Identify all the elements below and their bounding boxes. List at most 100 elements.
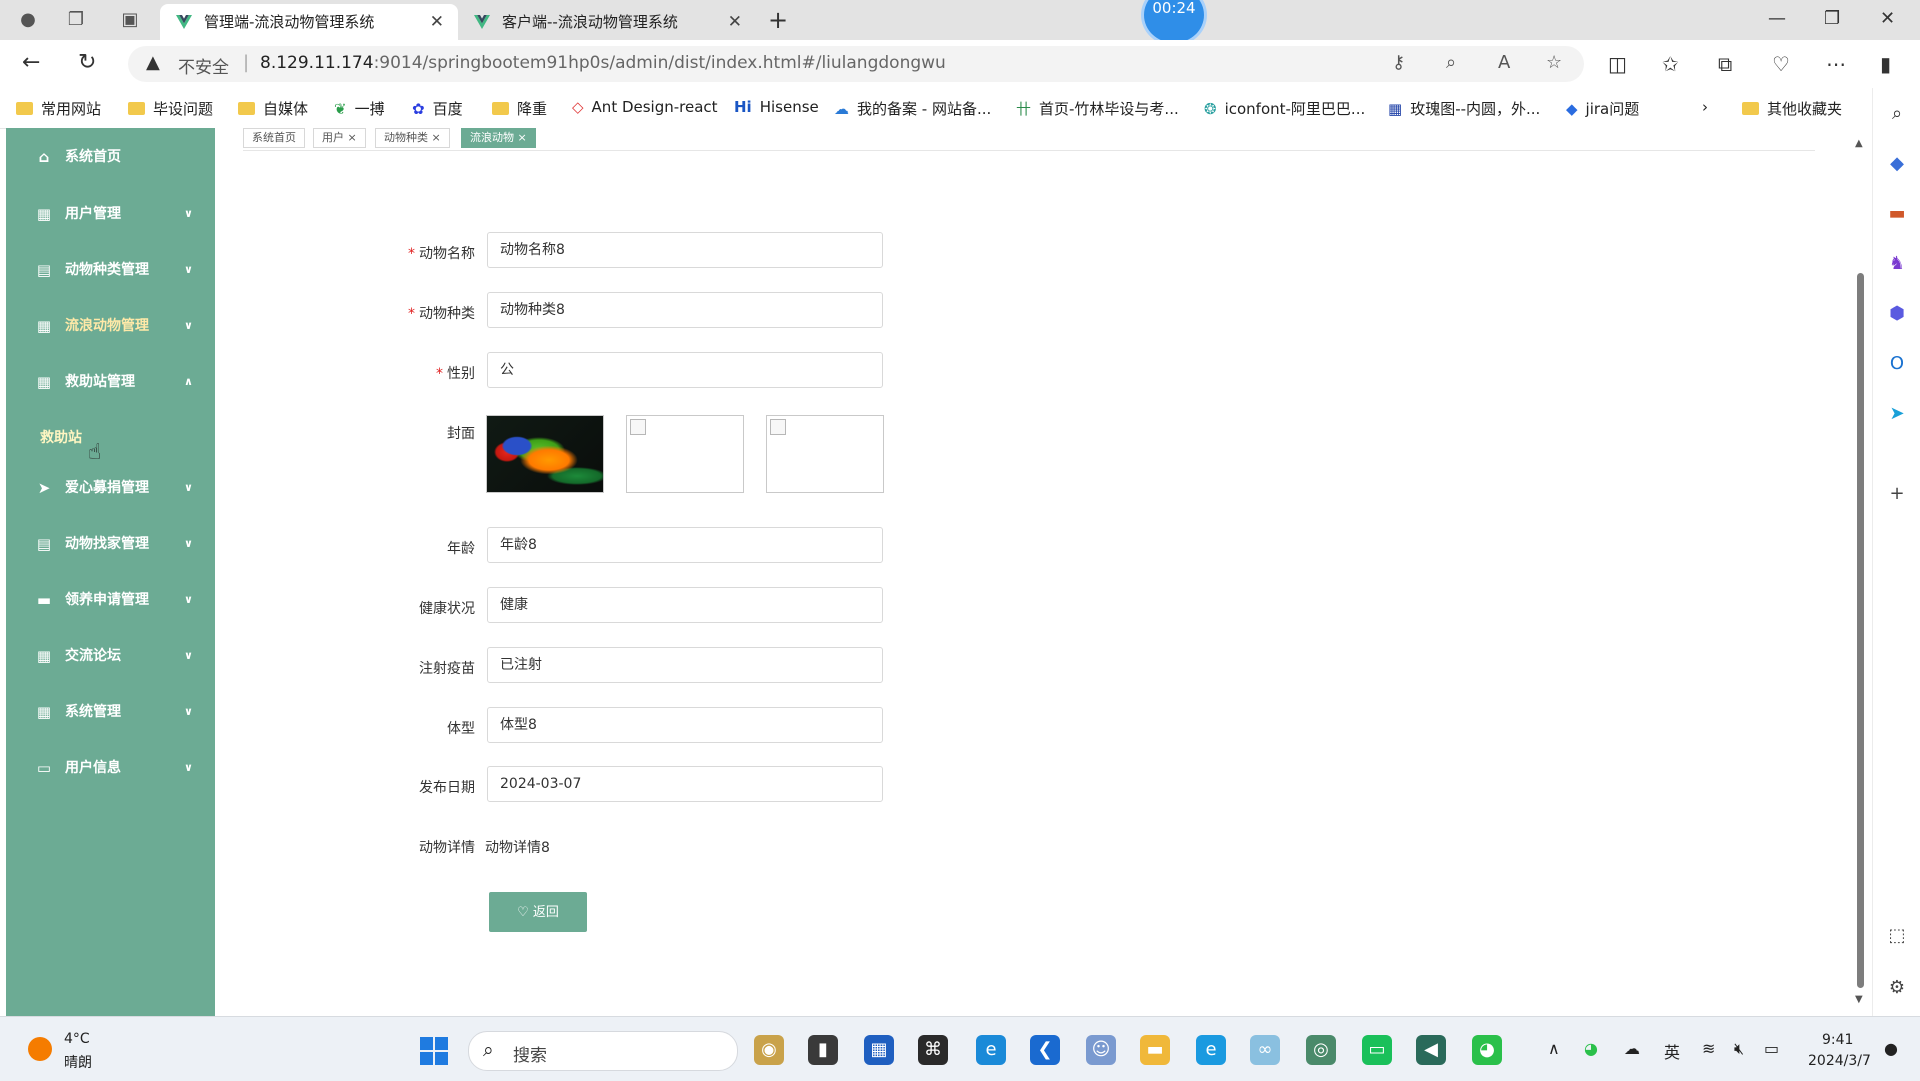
age-input[interactable]: 年龄8	[487, 527, 883, 563]
weather-sun-icon[interactable]	[28, 1037, 52, 1061]
health-input[interactable]: 健康	[487, 587, 883, 623]
bookmark-item[interactable]: ✿ 百度	[412, 98, 463, 119]
bookmark-item[interactable]: ◆ jira问题	[1566, 98, 1639, 119]
read-aloud-icon[interactable]: A	[1498, 52, 1510, 73]
tag-animal-types[interactable]: 动物种类 ×	[375, 128, 450, 148]
submenu-item-rescue-station[interactable]: 救助站	[40, 427, 82, 447]
bookmark-item[interactable]: ❦ 一搏	[334, 98, 385, 119]
taskbar-search[interactable]: ⌕ 搜索	[468, 1031, 738, 1071]
menu-item-find-home[interactable]: ▤ 动物找家管理 ∨	[6, 524, 215, 564]
menu-item-forum[interactable]: ▦ 交流论坛 ∨	[6, 636, 215, 676]
back-arrow-icon[interactable]: ←	[22, 50, 40, 75]
add-icon[interactable]: +	[1885, 482, 1909, 506]
bookmark-item[interactable]: 毕设问题	[128, 98, 213, 119]
ime-indicator[interactable]: 英	[1664, 1039, 1680, 1063]
vscode-icon[interactable]: ❮	[1030, 1035, 1060, 1065]
screenshot-icon[interactable]: ⬚	[1885, 924, 1909, 948]
wifi-icon[interactable]: ≋	[1702, 1039, 1715, 1058]
sidebar-toggle-icon[interactable]: ▮	[1880, 52, 1891, 76]
refresh-icon[interactable]: ↻	[78, 50, 96, 75]
broken-image-icon[interactable]	[766, 415, 884, 493]
bookmark-item[interactable]: ◇ Ant Design-react	[572, 98, 718, 116]
cover-image[interactable]	[486, 415, 604, 493]
gender-input[interactable]: 公	[487, 352, 883, 388]
broken-image-icon[interactable]	[626, 415, 744, 493]
windows-start-icon[interactable]	[420, 1037, 448, 1065]
send-icon[interactable]: ➤	[1885, 402, 1909, 426]
url-text[interactable]: 8.129.11.174:9014/springbootem91hp0s/adm…	[260, 53, 946, 73]
favorite-star-icon[interactable]: ☆	[1546, 52, 1562, 73]
bookmark-item[interactable]: 卄首页-竹林毕设与考...	[1016, 98, 1179, 119]
body-type-input[interactable]: 体型8	[487, 707, 883, 743]
search-icon[interactable]: ⌕	[1885, 102, 1909, 126]
clock-date[interactable]: 2024/3/7	[1808, 1053, 1871, 1069]
tray-wechat-icon[interactable]: ◕	[1584, 1039, 1598, 1058]
close-icon[interactable]: ✕	[430, 4, 444, 40]
menu-item-users[interactable]: ▦ 用户管理 ∨	[6, 194, 215, 234]
menu-item-stray-animals[interactable]: ▦ 流浪动物管理 ∨	[6, 306, 215, 346]
restore-icon[interactable]: ❐	[1824, 8, 1840, 29]
outlook-icon[interactable]: O	[1885, 352, 1909, 376]
bookmark-item[interactable]: 降重	[492, 98, 547, 119]
chrome-app-icon[interactable]: ◎	[1306, 1035, 1336, 1065]
tray-chevron-up-icon[interactable]: ∧	[1548, 1039, 1560, 1058]
tag-icon[interactable]: ◆	[1885, 152, 1909, 176]
bookmark-item[interactable]: ❂ iconfont-阿里巴巴...	[1204, 98, 1365, 119]
scrollbar[interactable]: ▲ ▼	[1848, 128, 1872, 1016]
link-app-icon[interactable]: ∞	[1250, 1035, 1280, 1065]
browser-essentials-icon[interactable]: ♡	[1772, 52, 1790, 76]
toolbox-icon[interactable]: ▬	[1885, 202, 1909, 226]
vaccine-input[interactable]: 已注射	[487, 647, 883, 683]
menu-item-rescue-stations[interactable]: ▦ 救助站管理 ∧	[6, 362, 215, 402]
volume-muted-icon[interactable]: 🔇︎	[1734, 1039, 1744, 1059]
favorites-icon[interactable]: ✩	[1662, 52, 1679, 76]
bookmark-item[interactable]: ☁ 我的备案 - 网站备...	[834, 98, 991, 119]
profile-icon[interactable]: ●	[16, 8, 40, 32]
other-bookmarks[interactable]: 其他收藏夹	[1742, 98, 1842, 119]
tab-actions-icon[interactable]: ▣	[118, 8, 142, 32]
close-icon[interactable]: ✕	[728, 4, 742, 40]
menu-item-system[interactable]: ▦ 系统管理 ∨	[6, 692, 215, 732]
scroll-down-icon[interactable]: ▼	[1855, 994, 1863, 1005]
tag-stray-animals[interactable]: 流浪动物 ×	[461, 128, 536, 148]
bookmark-item[interactable]: ▦ 玫瑰图--内圆，外...	[1388, 98, 1540, 119]
store-app-icon[interactable]: ▦	[864, 1035, 894, 1065]
clock-time[interactable]: 9:41	[1822, 1032, 1853, 1048]
copilot-app-icon[interactable]: ◉	[754, 1035, 784, 1065]
tab-client[interactable]: 客户端--流浪动物管理系统 ✕	[458, 4, 756, 40]
more-options-icon[interactable]: ⋯	[1826, 52, 1846, 76]
bookmark-item[interactable]: 常用网站	[16, 98, 101, 119]
terminal-app-icon[interactable]: ⌘	[918, 1035, 948, 1065]
menu-item-adoption[interactable]: ▬ 领养申请管理 ∨	[6, 580, 215, 620]
publish-date-input[interactable]: 2024-03-07	[487, 766, 883, 802]
animal-type-input[interactable]: 动物种类8	[487, 292, 883, 328]
notification-bell-icon[interactable]: ●	[1884, 1039, 1898, 1058]
address-bar[interactable]: ▲ 不安全 | 8.129.11.174:9014/springbootem91…	[128, 46, 1584, 82]
tag-users[interactable]: 用户 ×	[313, 128, 366, 148]
ie-app-icon[interactable]: e	[1196, 1035, 1226, 1065]
key-icon[interactable]: ⚷	[1392, 52, 1405, 73]
menu-item-user-info[interactable]: ▭ 用户信息 ∨	[6, 748, 215, 788]
battery-icon[interactable]: ▭	[1764, 1039, 1779, 1058]
onedrive-cloud-icon[interactable]: ☁	[1624, 1039, 1640, 1058]
wechat-app-icon[interactable]: ◕	[1472, 1035, 1502, 1065]
new-tab-icon[interactable]: +	[768, 6, 788, 34]
back-button[interactable]: ♡ 返回	[489, 892, 587, 932]
animal-name-input[interactable]: 动物名称8	[487, 232, 883, 268]
menu-item-donations[interactable]: ➤ 爱心募捐管理 ∨	[6, 468, 215, 508]
user-app-icon[interactable]: ☺	[1086, 1035, 1116, 1065]
settings-gear-icon[interactable]: ⚙	[1885, 976, 1909, 1000]
scroll-up-icon[interactable]: ▲	[1855, 138, 1863, 149]
bookmark-item[interactable]: 自媒体	[238, 98, 308, 119]
workspaces-icon[interactable]: ❐	[64, 8, 88, 32]
file-explorer-icon[interactable]: ▬	[1140, 1035, 1170, 1065]
games-icon[interactable]: ♞	[1885, 252, 1909, 276]
edge-browser-icon[interactable]: e	[976, 1035, 1006, 1065]
bookmarks-overflow-icon[interactable]: ›	[1702, 98, 1708, 116]
menu-item-animal-types[interactable]: ▤ 动物种类管理 ∨	[6, 250, 215, 290]
split-screen-icon[interactable]: ◫	[1608, 52, 1627, 76]
file-app-icon[interactable]: ▮	[808, 1035, 838, 1065]
tag-home[interactable]: 系统首页	[243, 128, 305, 148]
pycharm-app-icon[interactable]: ◀	[1416, 1035, 1446, 1065]
menu-item-home[interactable]: ⌂ 系统首页	[6, 137, 215, 177]
